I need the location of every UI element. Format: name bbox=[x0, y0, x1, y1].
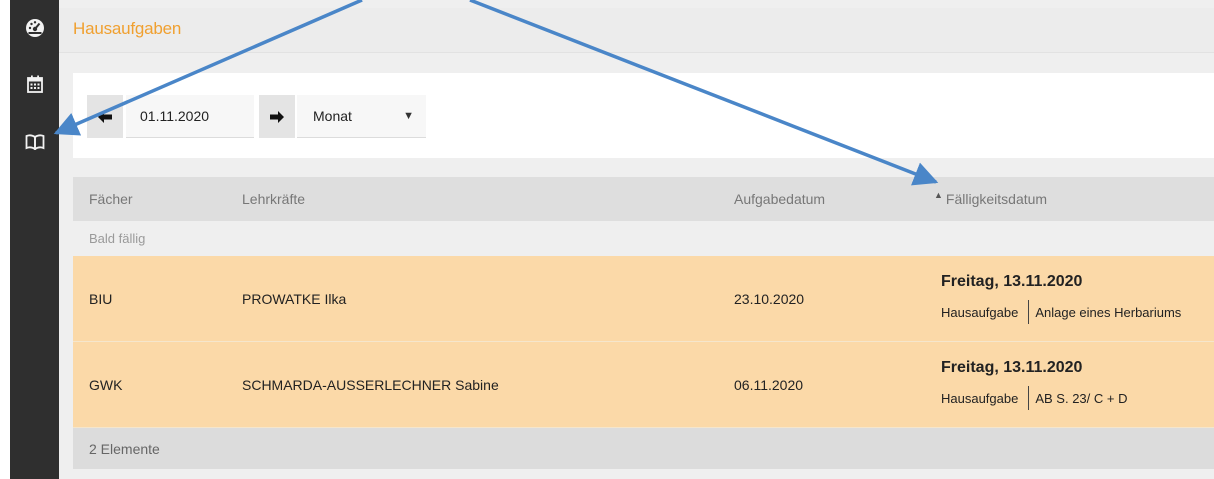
dashboard-icon[interactable] bbox=[10, 8, 59, 48]
table-row[interactable]: GWK SCHMARDA-AUSSERLECHNER Sabine 06.11.… bbox=[73, 342, 1214, 428]
book-icon[interactable] bbox=[10, 122, 59, 162]
due-date: Freitag, 13.11.2020 bbox=[941, 273, 1083, 290]
column-header-teacher[interactable]: Lehrkräfte bbox=[242, 177, 305, 221]
homework-table: Fächer Lehrkräfte Aufgabedatum ▲ Fälligk… bbox=[73, 177, 1214, 469]
assigned-date-cell: 06.11.2020 bbox=[734, 376, 804, 393]
table-row[interactable]: BIU PROWATKE Ilka 23.10.2020 Freitag, 13… bbox=[73, 256, 1214, 342]
due-cell: Freitag, 13.11.2020 Hausaufgabe Anlage e… bbox=[941, 256, 1181, 341]
subject-cell: BIU bbox=[89, 290, 113, 307]
divider bbox=[1028, 300, 1030, 324]
column-header-assigned[interactable]: Aufgabedatum bbox=[734, 177, 825, 221]
period-select[interactable]: Monat ▼ bbox=[297, 95, 426, 138]
chevron-down-icon: ▼ bbox=[403, 110, 414, 122]
assigned-date-cell: 23.10.2020 bbox=[734, 290, 805, 307]
teacher-cell: SCHMARDA-AUSSERLECHNER Sabine bbox=[242, 376, 499, 393]
homework-type: Hausaufgabe bbox=[941, 304, 1019, 320]
group-label: Bald fällig bbox=[89, 231, 146, 246]
homework-description: Anlage eines Herbariums bbox=[1035, 304, 1182, 320]
homework-description: AB S. 23/ C + D bbox=[1035, 390, 1128, 406]
next-period-button[interactable] bbox=[259, 95, 295, 138]
table-header: Fächer Lehrkräfte Aufgabedatum ▲ Fälligk… bbox=[73, 177, 1214, 221]
arrow-right-icon bbox=[270, 110, 284, 123]
period-select-value: Monat bbox=[313, 108, 352, 124]
sort-ascending-icon: ▲ bbox=[934, 190, 943, 200]
due-date: Freitag, 13.11.2020 bbox=[941, 359, 1083, 376]
divider bbox=[1028, 386, 1030, 410]
table-footer: 2 Elemente bbox=[73, 428, 1214, 469]
due-cell: Freitag, 13.11.2020 Hausaufgabe AB S. 23… bbox=[941, 342, 1127, 427]
date-toolbar: Monat ▼ bbox=[73, 73, 1214, 158]
teacher-cell: PROWATKE Ilka bbox=[242, 290, 347, 307]
page-header: Hausaufgaben bbox=[59, 8, 1214, 53]
column-header-subject[interactable]: Fächer bbox=[89, 177, 133, 221]
sidebar bbox=[10, 0, 59, 479]
calendar-icon[interactable] bbox=[10, 64, 59, 104]
date-input[interactable] bbox=[126, 95, 254, 138]
item-count: 2 Elemente bbox=[89, 440, 160, 457]
page-title: Hausaufgaben bbox=[73, 19, 182, 38]
homework-type: Hausaufgabe bbox=[941, 390, 1019, 406]
group-row: Bald fällig bbox=[73, 221, 1214, 256]
arrow-left-icon bbox=[98, 110, 112, 123]
previous-period-button[interactable] bbox=[87, 95, 123, 138]
column-header-due[interactable]: ▲ Fälligkeitsdatum bbox=[934, 177, 1047, 221]
main-content: Hausaufgaben Monat ▼ Fächer Lehrkräfte A… bbox=[59, 0, 1214, 479]
subject-cell: GWK bbox=[89, 376, 123, 393]
